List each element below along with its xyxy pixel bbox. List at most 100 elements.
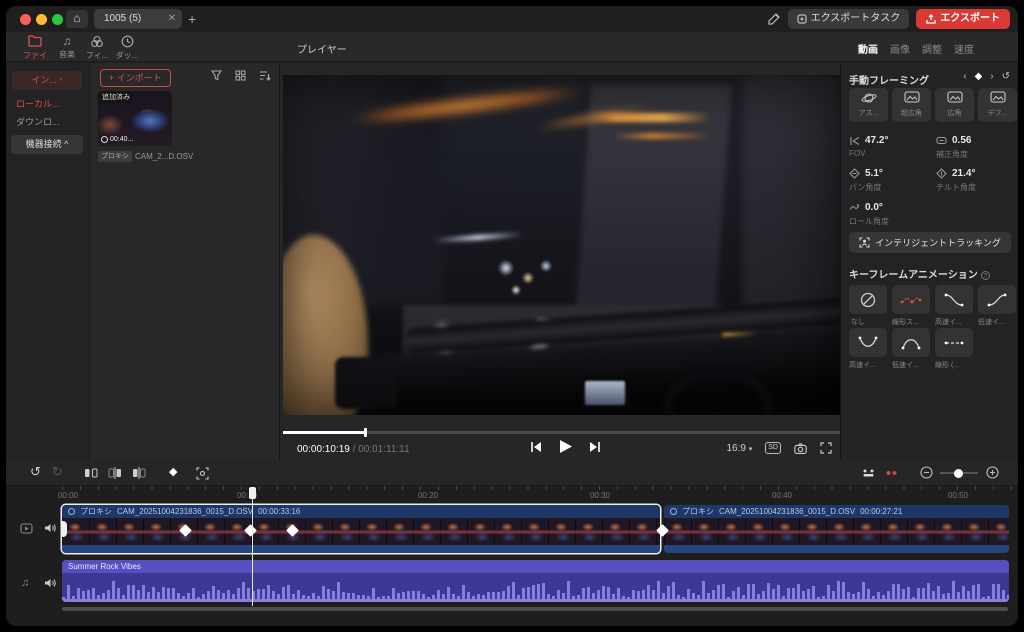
redo-icon[interactable]: ↻ [52, 464, 63, 480]
tracking-target-icon[interactable] [196, 467, 209, 480]
traffic-close-button[interactable] [20, 14, 31, 25]
zoom-out-icon[interactable] [920, 466, 933, 479]
param-distortion[interactable]: 0.56 補正角度 [936, 135, 1018, 160]
traffic-zoom-button[interactable] [52, 14, 63, 25]
keyframe-icon[interactable]: ◆ [169, 464, 177, 480]
nav-download[interactable]: ダウンロ... [16, 115, 60, 128]
trim-handle-left[interactable] [62, 521, 67, 537]
audio-mute-icon[interactable] [44, 577, 57, 589]
show-keyframes-icon[interactable] [861, 468, 876, 478]
next-keyframe-icon[interactable]: › [990, 71, 993, 82]
easing-none-button[interactable] [849, 285, 887, 314]
ruler-tick: 00:20 [418, 491, 438, 500]
inspector-tab-adjust[interactable]: 調整 [922, 41, 942, 56]
prev-keyframe-icon[interactable]: ‹ [963, 71, 966, 82]
ruler-tick: 00:00 [58, 491, 78, 500]
param-roll[interactable]: 0.0° ロール角度 [849, 202, 935, 227]
project-tab[interactable]: 1005 (5) ✕ [94, 9, 182, 29]
video-viewport[interactable] [283, 75, 840, 415]
video-track-icon [20, 523, 33, 534]
keyframe-record-icon[interactable] [884, 468, 899, 478]
new-tab-button[interactable]: + [188, 10, 196, 28]
easing-slow-in-button[interactable] [978, 285, 1016, 314]
easing-linear-flat-button[interactable] [935, 328, 973, 357]
prev-frame-button[interactable] [530, 441, 542, 453]
seek-bar[interactable] [283, 431, 840, 434]
tab-music[interactable]: ♫ 音楽 [52, 34, 82, 60]
audio-clip[interactable]: Summer Rock Vibes [62, 560, 1009, 602]
export-button[interactable]: エクスポート [916, 9, 1010, 29]
trim-left-icon[interactable] [108, 467, 122, 479]
intelligent-tracking-button[interactable]: インテリジェントトラッキング [849, 232, 1011, 253]
ease-in-icon [986, 292, 1008, 308]
aspect-ratio-select[interactable]: 16:9 ▾ [727, 443, 753, 454]
add-keyframe-icon[interactable]: ◆ [975, 71, 983, 82]
zoom-in-icon[interactable] [986, 466, 999, 479]
close-tab-icon[interactable]: ✕ [168, 9, 176, 29]
proxy-circle-icon [68, 508, 75, 515]
home-button[interactable]: ⌂ [66, 10, 88, 28]
easing-fast-valley-label: 高速イ... [849, 360, 889, 370]
traffic-minimize-button[interactable] [36, 14, 47, 25]
view-ultrawide-label: 超広角 [892, 108, 931, 118]
total-time: 00:01:11:11 [358, 444, 409, 455]
seek-playhead[interactable] [364, 428, 367, 437]
easing-fast-out-label: 高速イ... [935, 317, 975, 327]
import-button[interactable]: + インポート [100, 69, 171, 87]
help-icon[interactable]: ? [981, 271, 990, 280]
timeline-playhead[interactable] [252, 487, 253, 606]
easing-fast-out-button[interactable] [935, 285, 973, 314]
param-pan[interactable]: 5.1° パン角度 [849, 168, 935, 193]
view-default-button[interactable]: デフ... [978, 88, 1017, 122]
clip-1-header: プロキシ CAM_20251004231836_0015_D.OSV 00:00… [62, 505, 660, 518]
video-mute-icon[interactable] [44, 522, 57, 534]
tab-dashboard-label: ダッ... [116, 51, 139, 60]
roll-icon [849, 202, 860, 213]
view-asteroid-button[interactable]: アス... [849, 88, 888, 122]
clip-2-filename: CAM_20251004231836_0015_D.OSV [719, 507, 855, 516]
sd-quality-badge[interactable]: SD [765, 442, 781, 454]
play-button[interactable] [558, 439, 573, 454]
filter-funnel-icon[interactable] [211, 70, 222, 81]
video-clip-1[interactable]: プロキシ CAM_20251004231836_0015_D.OSV 00:00… [62, 505, 660, 553]
next-frame-button[interactable] [589, 441, 601, 453]
zoom-slider-knob[interactable] [954, 469, 963, 478]
ruler-tick: 00:30 [590, 491, 610, 500]
export-task-button[interactable]: エクスポートタスク [788, 9, 910, 29]
reset-framing-icon[interactable]: ↺ [1002, 71, 1010, 82]
fullscreen-icon[interactable] [820, 442, 832, 454]
inspector-tab-image[interactable]: 画像 [890, 41, 910, 56]
nav-import-label: イン... [31, 75, 57, 85]
split-clip-icon[interactable] [84, 467, 98, 479]
easing-fast-valley-button[interactable] [849, 328, 887, 357]
timeline-ruler[interactable]: 00:00 00:10 00:20 00:30 00:40 00:50 [6, 486, 1018, 504]
view-wide-button[interactable]: 広角 [935, 88, 974, 122]
easing-linear-flat-label: 線形 (... [935, 360, 975, 370]
view-ultrawide-button[interactable]: 超広角 [892, 88, 931, 122]
nav-local[interactable]: ローカル... [16, 97, 60, 110]
tab-filter[interactable]: フィ... [82, 34, 112, 61]
view-wide-label: 広角 [935, 108, 974, 118]
inspector-tab-video[interactable]: 動画 [858, 41, 878, 56]
snapshot-camera-icon[interactable] [794, 443, 807, 454]
param-fov[interactable]: 47.2° FOV [849, 135, 935, 158]
timeline-scrollbar[interactable] [62, 607, 1008, 611]
ease-out-icon [943, 292, 965, 308]
undo-icon[interactable]: ↺ [30, 464, 41, 480]
nav-import-group[interactable]: イン... ^ [12, 71, 82, 90]
easing-slow-bell-button[interactable] [892, 328, 930, 357]
clip-1-filename: CAM_20251004231836_0015_D.OSV [117, 507, 253, 516]
playhead-handle[interactable] [249, 487, 256, 499]
timeline-zoom-slider[interactable] [940, 472, 978, 474]
param-tilt[interactable]: 21.4° チルト角度 [936, 168, 1018, 193]
edit-rename-icon[interactable] [767, 12, 781, 26]
grid-view-icon[interactable] [235, 70, 246, 81]
tab-dashboard[interactable]: ダッ... [112, 34, 142, 61]
easing-linear-smooth-button[interactable] [892, 285, 930, 314]
inspector-tab-speed[interactable]: 速度 [954, 41, 974, 56]
video-clip-2[interactable]: プロキシ CAM_20251004231836_0015_D.OSV 00:00… [664, 505, 1009, 553]
media-thumbnail[interactable]: 追加済み 00:40... [98, 91, 172, 146]
trim-right-icon[interactable] [132, 467, 146, 479]
device-connect-button[interactable]: 機器接続 ^ [11, 135, 83, 154]
sort-icon[interactable] [259, 70, 271, 81]
